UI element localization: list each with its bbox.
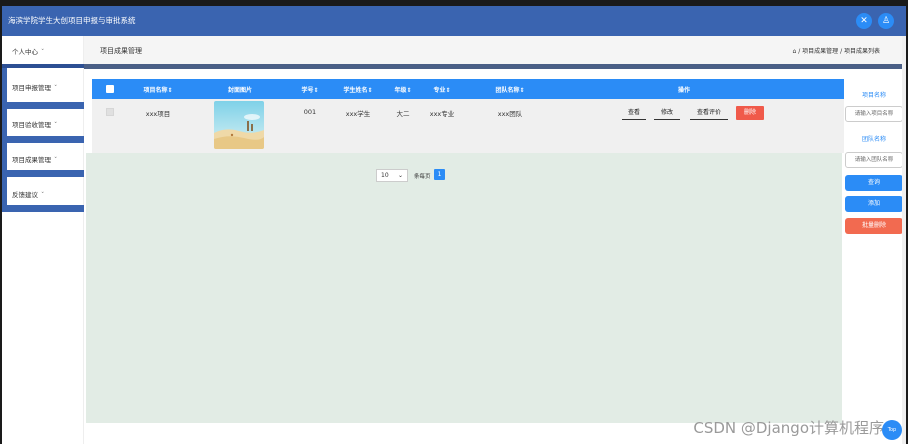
sidebar-divider bbox=[2, 170, 84, 177]
app-window: 海滨学院学生大创项目申报与审批系统 ✕ ♙ 个人中心 ˇ 项目申报管理 ˇ 项目验收… bbox=[2, 6, 906, 444]
chevron-down-icon: ˇ bbox=[54, 84, 58, 92]
sidebar-divider bbox=[2, 136, 84, 143]
per-page-label: 条每页 bbox=[414, 174, 431, 180]
delete-button[interactable]: 删除 bbox=[736, 106, 764, 120]
cell-team: xxx团队 bbox=[497, 110, 523, 118]
sidebar-item-feedback[interactable]: 反馈建议 ˇ bbox=[2, 183, 84, 205]
row-checkbox[interactable] bbox=[106, 108, 114, 116]
cell-major: xxx专业 bbox=[429, 110, 455, 118]
sidebar-divider bbox=[2, 205, 84, 212]
view-review-button[interactable]: 查看评价 bbox=[690, 106, 728, 120]
sidebar-item-label: 项目申报管理 bbox=[12, 84, 51, 92]
team-name-label: 团队名称 bbox=[861, 136, 886, 143]
user-icon[interactable]: ♙ bbox=[878, 13, 894, 29]
cell-student-name: xxx学生 bbox=[345, 110, 371, 118]
cell-grade: 大二 bbox=[396, 110, 410, 118]
page-size-select[interactable]: 10 ⌄ bbox=[376, 169, 408, 182]
app-title: 海滨学院学生大创项目申报与审批系统 bbox=[8, 16, 136, 25]
chevron-down-icon: ˇ bbox=[54, 121, 58, 129]
sidebar-item-project-acceptance[interactable]: 项目验收管理 ˇ bbox=[2, 113, 84, 135]
select-all-checkbox[interactable] bbox=[106, 85, 114, 93]
results-table: 项目名称⇕ 封面图片 学号⇕ 学生姓名⇕ 年级⇕ 专业⇕ 团队名称⇕ 操作 xx… bbox=[92, 79, 844, 153]
cell-project-name: xxx项目 bbox=[145, 110, 171, 118]
sidebar-item-label: 项目成果管理 bbox=[12, 156, 51, 164]
page-number-current[interactable]: 1 bbox=[434, 169, 445, 180]
column-header-cover: 封面图片 bbox=[227, 87, 253, 94]
project-name-input[interactable]: 请输入项目名称 bbox=[845, 106, 903, 122]
page-size-value: 10 bbox=[381, 172, 389, 179]
table-header: 项目名称⇕ 封面图片 学号⇕ 学生姓名⇕ 年级⇕ 专业⇕ 团队名称⇕ 操作 bbox=[92, 79, 844, 99]
cover-image bbox=[214, 101, 264, 149]
chevron-down-icon: ⌄ bbox=[397, 172, 403, 179]
header-bar: 项目成果管理 ⌂ / 项目成果管理 / 项目成果列表 bbox=[84, 36, 906, 64]
sidebar-item-project-results[interactable]: 项目成果管理 ˇ bbox=[2, 148, 84, 170]
main-content: 项目成果管理 ⌂ / 项目成果管理 / 项目成果列表 项目名称⇕ 封面图片 学号… bbox=[84, 36, 906, 444]
sidebar-divider bbox=[2, 64, 84, 68]
cell-student-no: 001 bbox=[303, 108, 317, 116]
sidebar-item-label: 反馈建议 bbox=[12, 191, 38, 199]
column-header-grade[interactable]: 年级⇕ bbox=[394, 85, 411, 94]
column-header-team[interactable]: 团队名称⇕ bbox=[495, 85, 524, 94]
add-button[interactable]: 添加 bbox=[845, 196, 903, 212]
watermark: CSDN @Django计算机程序 bbox=[693, 419, 884, 437]
content-background bbox=[86, 153, 842, 423]
scroll-top-button[interactable]: Top bbox=[882, 420, 902, 440]
top-bar: 海滨学院学生大创项目申报与审批系统 ✕ ♙ bbox=[2, 6, 906, 36]
column-header-actions: 操作 bbox=[677, 87, 691, 94]
column-header-major[interactable]: 专业⇕ bbox=[433, 85, 450, 94]
chevron-down-icon: ˇ bbox=[54, 156, 58, 164]
edit-button[interactable]: 修改 bbox=[654, 106, 680, 120]
page-title: 项目成果管理 bbox=[100, 47, 142, 55]
project-name-label: 项目名称 bbox=[861, 92, 886, 99]
sidebar-divider bbox=[2, 102, 84, 109]
column-header-name[interactable]: 项目名称⇕ bbox=[143, 85, 172, 94]
search-button[interactable]: 查询 bbox=[845, 175, 903, 191]
sidebar: 个人中心 ˇ 项目申报管理 ˇ 项目验收管理 ˇ 项目成果管理 ˇ 反馈建议 ˇ bbox=[2, 36, 84, 444]
scrollbar[interactable] bbox=[902, 36, 906, 444]
expand-icon[interactable]: ✕ bbox=[856, 13, 872, 29]
sidebar-item-label: 个人中心 bbox=[12, 48, 38, 56]
header-divider bbox=[84, 64, 906, 69]
sidebar-item-label: 项目验收管理 bbox=[12, 121, 51, 129]
table-row: xxx项目 001 xxx学生 大二 xxx专业 xxx团队 查看 修改 查看评… bbox=[92, 99, 844, 153]
chevron-down-icon: ˇ bbox=[41, 48, 45, 56]
sidebar-item-project-apply[interactable]: 项目申报管理 ˇ bbox=[2, 76, 84, 98]
view-button[interactable]: 查看 bbox=[622, 106, 646, 120]
sidebar-item-personal-center[interactable]: 个人中心 ˇ bbox=[2, 40, 84, 62]
search-panel: 项目名称 请输入项目名称 团队名称 请输入团队名称 查询 添加 批量删除 bbox=[842, 79, 906, 249]
batch-delete-button[interactable]: 批量删除 bbox=[845, 218, 903, 234]
chevron-down-icon: ˇ bbox=[41, 191, 45, 199]
column-header-student-name[interactable]: 学生姓名⇕ bbox=[343, 85, 372, 94]
team-name-input[interactable]: 请输入团队名称 bbox=[845, 152, 903, 168]
column-header-student-no[interactable]: 学号⇕ bbox=[301, 85, 318, 94]
breadcrumb[interactable]: ⌂ / 项目成果管理 / 项目成果列表 bbox=[793, 46, 880, 55]
